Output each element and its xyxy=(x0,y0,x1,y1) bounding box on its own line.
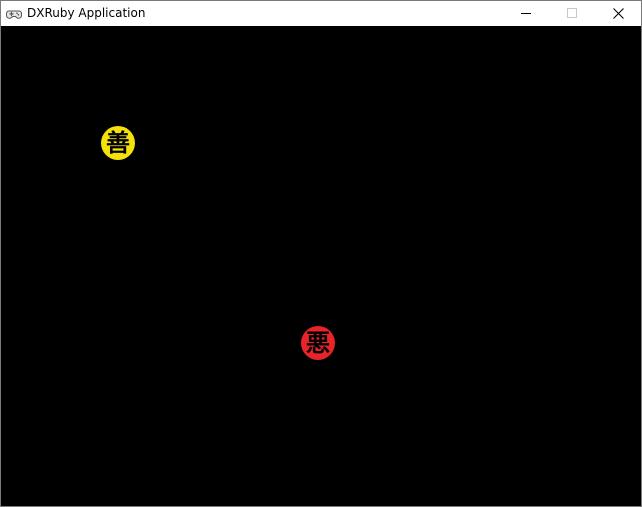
minimize-button[interactable] xyxy=(503,1,549,26)
maximize-icon xyxy=(567,8,577,18)
application-window: DXRuby Application 善 悪 xyxy=(0,0,642,507)
evil-character-sprite: 悪 xyxy=(301,326,335,360)
minimize-icon xyxy=(521,13,531,14)
window-title: DXRuby Application xyxy=(27,6,146,20)
game-canvas[interactable]: 善 悪 xyxy=(1,26,641,506)
title-bar[interactable]: DXRuby Application xyxy=(1,1,641,26)
good-character-glyph: 善 xyxy=(106,129,130,157)
gamepad-icon xyxy=(6,6,22,22)
close-icon xyxy=(613,8,624,19)
evil-character-glyph: 悪 xyxy=(306,329,330,357)
close-button[interactable] xyxy=(595,1,641,26)
good-character-sprite: 善 xyxy=(101,126,135,160)
maximize-button[interactable] xyxy=(549,1,595,26)
